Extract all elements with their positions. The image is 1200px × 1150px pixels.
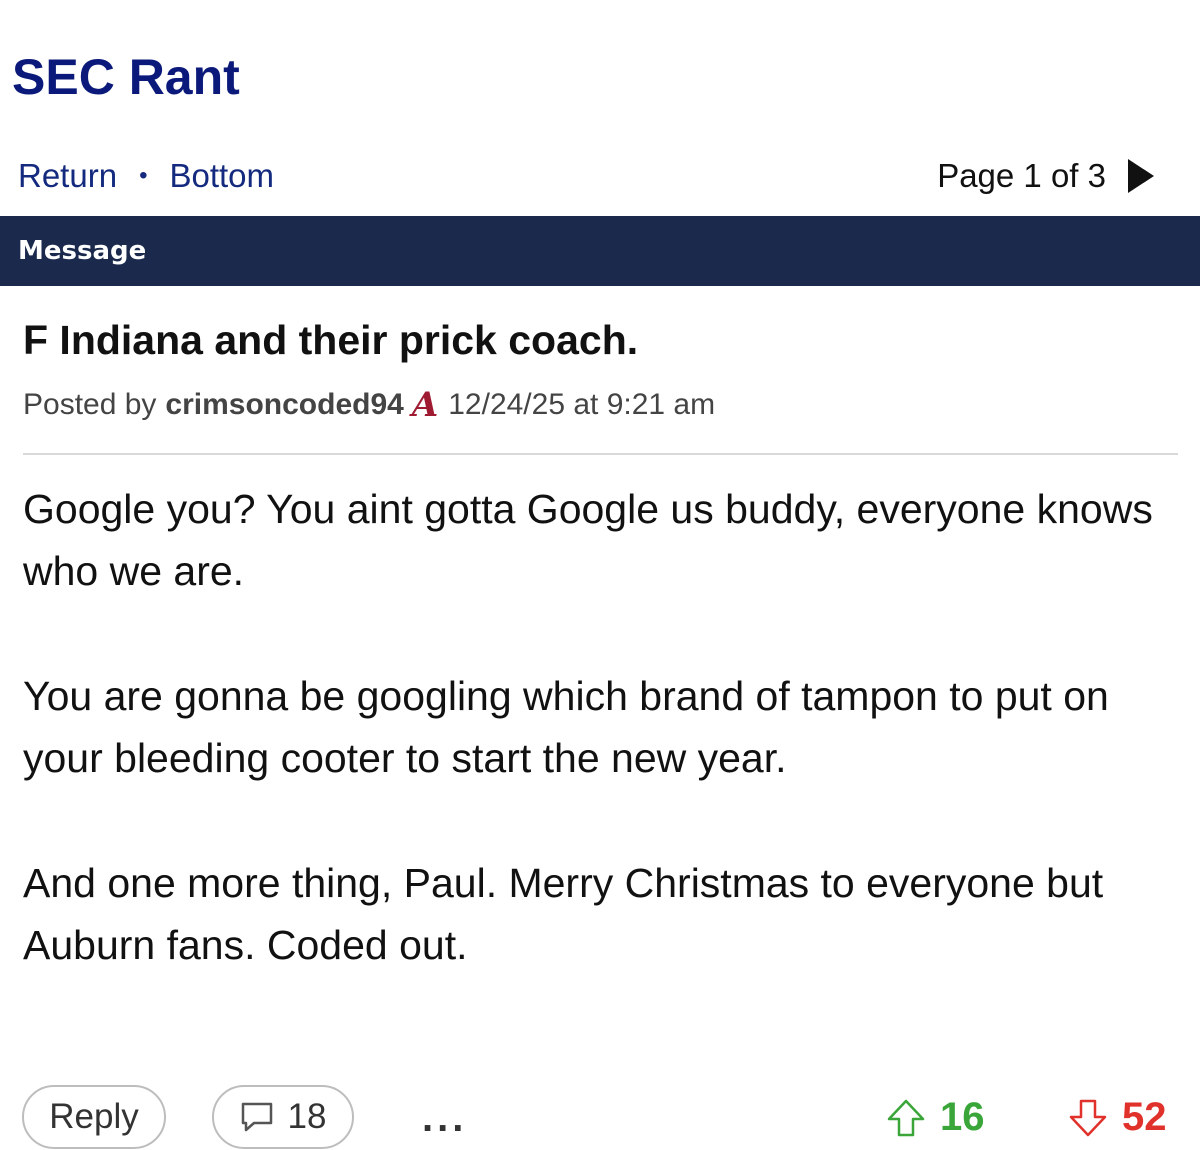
post-meta: Posted by crimsoncoded94 A 12/24/25 at 9… <box>23 385 715 425</box>
page-info: Page 1 of 3 <box>937 157 1106 194</box>
top-nav: Return • Bottom <box>18 157 274 195</box>
upvote-arrow-icon <box>887 1099 925 1136</box>
comments-button[interactable]: 18 <box>212 1085 354 1149</box>
upvote-button[interactable]: 16 <box>886 1095 985 1140</box>
post-paragraph: Google you? You aint gotta Google us bud… <box>23 486 1153 594</box>
downvote-button[interactable]: 52 <box>1068 1095 1167 1140</box>
bottom-link[interactable]: Bottom <box>169 157 274 195</box>
alabama-logo-icon: A <box>411 385 439 425</box>
comment-count: 18 <box>287 1097 327 1136</box>
posted-by-label: Posted by <box>23 388 157 421</box>
pagination: Page 1 of 3 <box>937 157 1154 195</box>
reply-button[interactable]: Reply <box>22 1085 166 1149</box>
upvote-count: 16 <box>940 1095 985 1139</box>
nav-separator: • <box>139 162 148 189</box>
post-paragraph: You are gonna be googling which brand of… <box>23 673 1109 781</box>
message-header-label: Message <box>18 236 147 266</box>
return-link[interactable]: Return <box>18 157 117 195</box>
author-link[interactable]: crimsoncoded94 <box>165 388 403 422</box>
post-paragraph: And one more thing, Paul. Merry Christma… <box>23 860 1104 968</box>
downvote-arrow-icon <box>1069 1099 1107 1136</box>
post-title: F Indiana and their prick coach. <box>23 317 639 363</box>
next-page-arrow-icon[interactable] <box>1128 159 1154 193</box>
more-options-button[interactable]: ... <box>422 1096 467 1141</box>
downvote-count: 52 <box>1122 1095 1167 1139</box>
divider <box>23 453 1178 455</box>
comment-bubble-icon <box>241 1102 272 1132</box>
post-body: Google you? You aint gotta Google us bud… <box>23 478 1183 1039</box>
post-timestamp: 12/24/25 at 9:21 am <box>448 388 716 421</box>
message-header-bar: Message <box>0 216 1200 286</box>
board-title: SEC Rant <box>12 49 240 105</box>
